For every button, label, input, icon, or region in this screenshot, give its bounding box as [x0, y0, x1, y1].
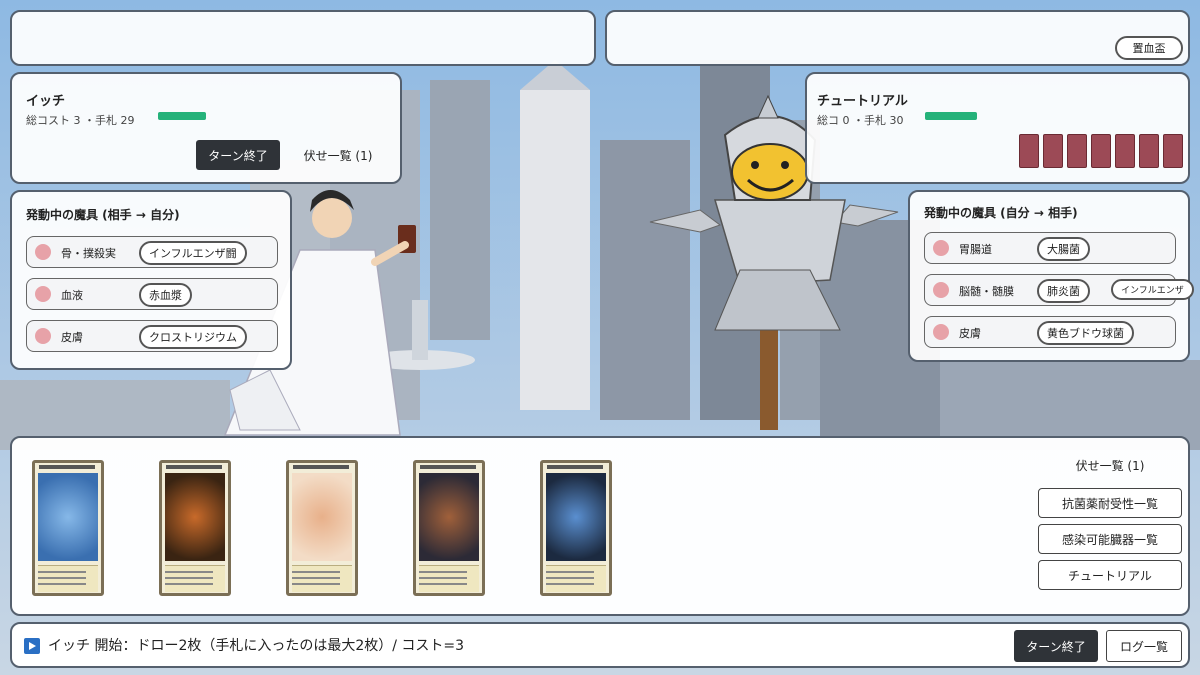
card-art-dark-scene	[419, 473, 479, 561]
card-art-blue-beast	[546, 473, 606, 561]
brain-icon	[933, 282, 949, 298]
card-text-line	[165, 577, 213, 579]
opponent-hand	[1019, 134, 1183, 168]
player-name: イッチ	[26, 94, 66, 109]
magic-row: 皮膚 黄色ブドウ球菌	[924, 316, 1176, 348]
card-text-line	[165, 583, 213, 585]
card-art-pale-sketch	[292, 473, 352, 561]
magic-organ-label: 血液	[61, 289, 83, 302]
magic-effect-pill[interactable]: 黄色ブドウ球菌	[1037, 321, 1134, 345]
antibiotic-resistance-list-button[interactable]: 抗菌薬耐受性一覧	[1038, 488, 1182, 518]
top-right-bar: 置血盃	[605, 10, 1190, 66]
opponent-stats: 総コ 0 ・手札 30	[817, 114, 904, 127]
hand-card[interactable]	[413, 460, 485, 596]
card-text-line	[546, 571, 594, 573]
opponent-hand-card	[1139, 134, 1159, 168]
opponent-hand-card	[1091, 134, 1111, 168]
magic-row: 血液 赤血漿	[26, 278, 278, 310]
player-hp-fill	[158, 112, 206, 120]
play-icon	[24, 638, 40, 654]
magic-row: 胃腸道 大腸菌	[924, 232, 1176, 264]
card-text-line	[419, 583, 467, 585]
infectable-organs-list-button[interactable]: 感染可能臓器一覧	[1038, 524, 1182, 554]
magic-effect-pill[interactable]: クロストリジウム	[139, 325, 247, 349]
opponent-hp-fill	[925, 112, 977, 120]
hand-card[interactable]	[32, 460, 104, 596]
player-status-panel: イッチ 総コスト 3 ・手札 29 ターン終了 伏せ一覧 (1)	[10, 72, 402, 184]
log-bar: イッチ 開始：ドロー2枚（手札に入ったのは最大2枚）/ コスト=3 ターン終了 …	[10, 622, 1190, 668]
card-art-blue-virus	[38, 473, 98, 561]
opponent-hp-bar	[925, 112, 977, 120]
player-magic-title: 発動中の魔具 (相手 → 自分)	[26, 208, 180, 222]
magic-organ-label: 骨・撲殺実	[61, 247, 116, 260]
skin-icon	[933, 324, 949, 340]
magic-row: 皮膚 クロストリジウム	[26, 320, 278, 352]
card-title-strip	[39, 465, 95, 469]
card-text-line	[38, 577, 86, 579]
player-magic-panel: 発動中の魔具 (相手 → 自分) 骨・撲殺実 インフルエンザ闘血液 赤血漿皮膚 クロス…	[10, 190, 292, 370]
magic-organ-label: 皮膚	[61, 331, 83, 344]
player-hp-bar	[158, 112, 206, 120]
hand-card[interactable]	[286, 460, 358, 596]
blood-icon	[35, 286, 51, 302]
card-text-line	[292, 583, 340, 585]
log-end-turn-button[interactable]: ターン終了	[1014, 630, 1098, 662]
card-text-line	[165, 571, 213, 573]
card-title-strip	[166, 465, 222, 469]
magic-organ-label: 皮膚	[959, 327, 981, 340]
magic-effect-pill[interactable]: 肺炎菌	[1037, 279, 1090, 303]
player-end-turn-button[interactable]: ターン終了	[196, 140, 280, 170]
hand-card[interactable]	[159, 460, 231, 596]
skin-icon	[35, 328, 51, 344]
card-title-strip	[547, 465, 603, 469]
opponent-status-panel: チュートリアル 総コ 0 ・手札 30	[805, 72, 1190, 184]
card-text-line	[38, 571, 86, 573]
opponent-hand-card	[1019, 134, 1039, 168]
magic-effect-pill[interactable]: 大腸菌	[1037, 237, 1090, 261]
opponent-hand-card	[1043, 134, 1063, 168]
card-art-orange-creature	[165, 473, 225, 561]
magic-organ-label: 脳髄・髄膜	[959, 285, 1014, 298]
bone-shield-icon	[35, 244, 51, 260]
player-stats: 総コスト 3 ・手札 29	[26, 114, 135, 127]
magic-effect-pill[interactable]: インフルエンザ闘	[139, 241, 247, 265]
opponent-magic-title: 発動中の魔具 (自分 → 相手)	[924, 206, 1078, 220]
hand-area: 伏せ一覧 (1) 抗菌薬耐受性一覧 感染可能臓器一覧 チュートリアル	[10, 436, 1190, 616]
card-text-line	[419, 571, 467, 573]
card-text-line	[292, 571, 340, 573]
magic-row: 骨・撲殺実 インフルエンザ闘	[26, 236, 278, 268]
magic-effect-pill[interactable]: 赤血漿	[139, 283, 192, 307]
card-text-line	[38, 583, 86, 585]
surrender-button[interactable]: 置血盃	[1115, 36, 1183, 60]
magic-organ-label: 胃腸道	[959, 243, 992, 256]
card-text-line	[419, 577, 467, 579]
log-list-button[interactable]: ログ一覧	[1106, 630, 1182, 662]
player-hidden-list-button[interactable]: 伏せ一覧 (1)	[290, 140, 386, 170]
hand-card[interactable]	[540, 460, 612, 596]
log-message: イッチ 開始：ドロー2枚（手札に入ったのは最大2枚）/ コスト=3	[48, 638, 465, 654]
magic-effect-pill[interactable]: インフルエンザ	[1111, 279, 1194, 300]
stomach-icon	[933, 240, 949, 256]
opponent-hand-card	[1067, 134, 1087, 168]
card-text-line	[546, 583, 594, 585]
opponent-hand-card	[1163, 134, 1183, 168]
opponent-name: チュートリアル	[817, 94, 908, 109]
card-text-line	[292, 577, 340, 579]
hidden-list-button[interactable]: 伏せ一覧 (1)	[1038, 452, 1182, 478]
card-text-line	[546, 577, 594, 579]
card-title-strip	[420, 465, 476, 469]
opponent-magic-panel: 発動中の魔具 (自分 → 相手) 胃腸道 大腸菌脳髄・髄膜 肺炎菌 インフルエンザ皮膚…	[908, 190, 1194, 362]
tutorial-button[interactable]: チュートリアル	[1038, 560, 1182, 590]
card-title-strip	[293, 465, 349, 469]
magic-row: 脳髄・髄膜 肺炎菌 インフルエンザ	[924, 274, 1194, 306]
top-left-bar	[10, 10, 596, 66]
opponent-hand-card	[1115, 134, 1135, 168]
